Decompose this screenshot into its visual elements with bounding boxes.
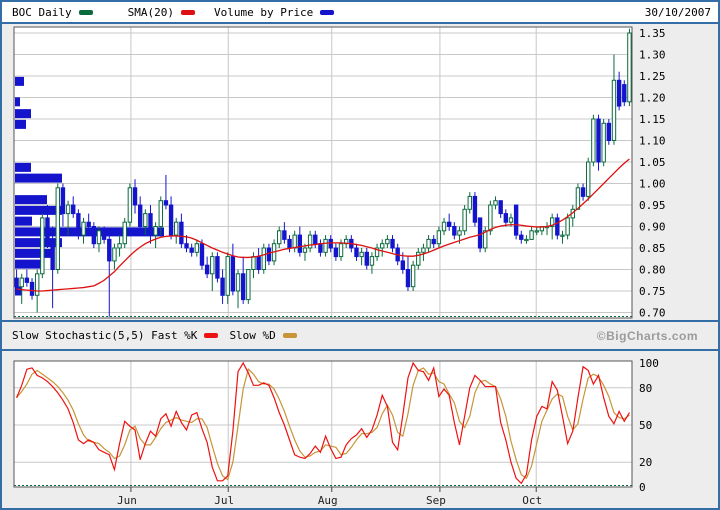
svg-text:Jul: Jul: [214, 494, 234, 507]
svg-text:100: 100: [639, 357, 659, 370]
svg-text:1.00: 1.00: [639, 178, 666, 191]
svg-text:1.05: 1.05: [639, 156, 666, 169]
price-axis-labels: 1.35 1.30 1.25 1.20 1.15 1.10 1.05 1.00 0.95 0.90…: [639, 27, 666, 320]
svg-text:Jun: Jun: [117, 494, 137, 507]
legend-stoch-k-swatch: [204, 333, 218, 338]
legend-sma: SMA(20): [128, 6, 202, 19]
legend-stoch-d: Slow %D: [229, 329, 303, 342]
chart-date: 30/10/2007: [645, 6, 711, 19]
svg-text:1.20: 1.20: [639, 92, 666, 105]
chart-canvas: 1.35 1.30 1.25 1.20 1.15 1.10 1.05 1.00 0.95 0.90…: [0, 0, 720, 510]
month-axis-labels: Jun Jul Aug Sep Oct: [117, 487, 542, 507]
legend-stoch-d-swatch: [283, 333, 297, 338]
svg-text:0: 0: [639, 481, 646, 494]
legend-stoch-k: Slow Stochastic(5,5) Fast %K: [12, 329, 225, 342]
svg-text:Sep: Sep: [426, 494, 446, 507]
svg-text:0.75: 0.75: [639, 285, 666, 298]
legend-sma-label: SMA(20): [128, 6, 174, 19]
svg-text:80: 80: [639, 382, 652, 395]
legend-symbol-swatch: [79, 10, 93, 15]
svg-text:1.15: 1.15: [639, 113, 666, 126]
svg-text:0.70: 0.70: [639, 307, 666, 320]
stochastic-header: Slow Stochastic(5,5) Fast %K Slow %D ©Bi…: [2, 320, 718, 351]
legend-volume-label: Volume by Price: [214, 6, 313, 19]
legend-symbol: BOC Daily: [12, 6, 100, 19]
legend-symbol-label: BOC Daily: [12, 6, 72, 19]
bigcharts-chart: BOC Daily SMA(20) Volume by Price 30/10/…: [0, 0, 720, 510]
svg-text:1.30: 1.30: [639, 49, 666, 62]
legend-sma-swatch: [181, 10, 195, 15]
svg-text:0.85: 0.85: [639, 242, 666, 255]
svg-text:20: 20: [639, 456, 652, 469]
svg-text:0.95: 0.95: [639, 199, 666, 212]
svg-text:1.35: 1.35: [639, 27, 666, 40]
copyright: ©BigCharts.com: [597, 329, 698, 343]
legend-volume: Volume by Price: [214, 6, 341, 19]
chart-header: BOC Daily SMA(20) Volume by Price 30/10/…: [2, 2, 718, 24]
legend-stoch-d-label: Slow %D: [229, 329, 275, 342]
svg-text:1.25: 1.25: [639, 70, 666, 83]
stoch-axis-labels: 100 80 50 20 0: [639, 357, 659, 494]
svg-text:Aug: Aug: [318, 494, 338, 507]
svg-text:1.10: 1.10: [639, 135, 666, 148]
svg-text:Oct: Oct: [522, 494, 542, 507]
legend-volume-swatch: [320, 10, 334, 15]
svg-text:50: 50: [639, 419, 652, 432]
legend-stoch-k-label: Slow Stochastic(5,5) Fast %K: [12, 329, 197, 342]
svg-text:0.90: 0.90: [639, 221, 666, 234]
svg-text:0.80: 0.80: [639, 264, 666, 277]
